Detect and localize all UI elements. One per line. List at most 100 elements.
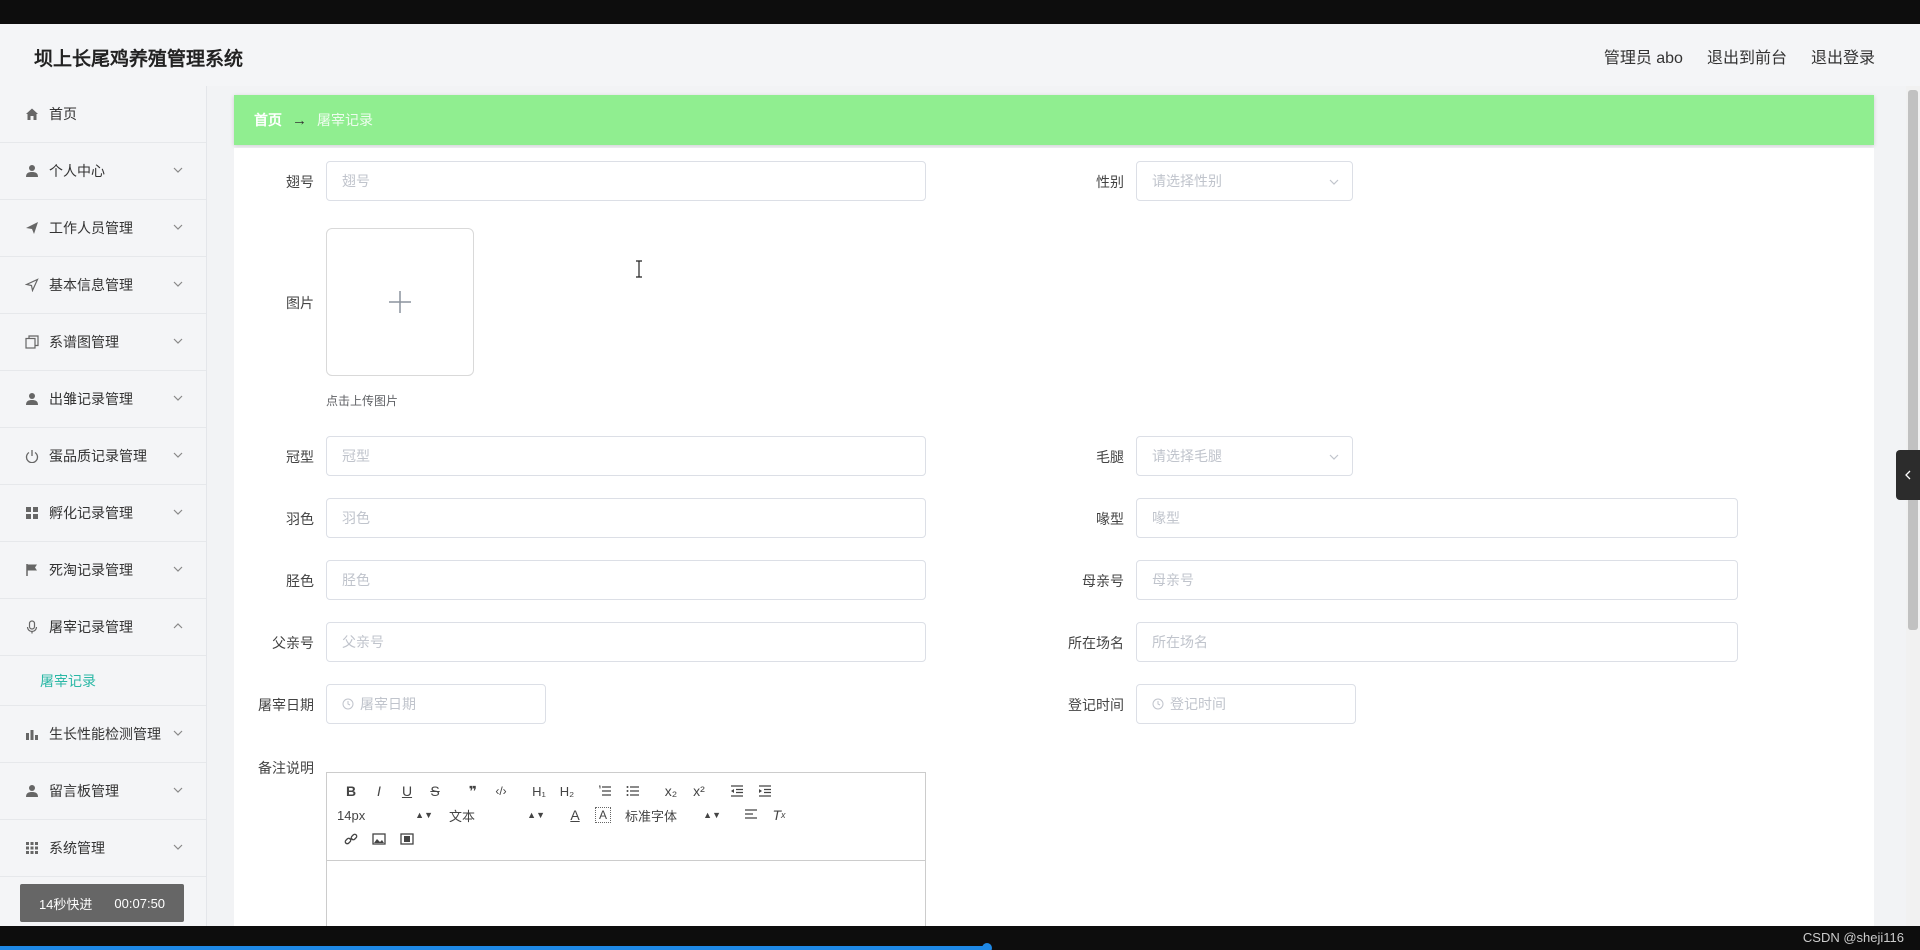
sidebar-item-label: 孵化记录管理 xyxy=(49,505,133,521)
subscript-icon[interactable]: x₂ xyxy=(657,779,685,803)
upload-tip: 点击上传图片 xyxy=(326,394,399,408)
heading2-icon[interactable]: H₂ xyxy=(553,779,581,803)
bullet-list-icon[interactable] xyxy=(619,779,647,803)
background-color-icon[interactable]: A xyxy=(595,807,611,823)
font-size-value: 14px xyxy=(337,807,366,823)
superscript-icon[interactable]: x² xyxy=(685,779,713,803)
mic-icon xyxy=(24,619,40,635)
register-time-picker[interactable]: 登记时间 xyxy=(1136,684,1356,724)
timer-speed: 14秒快进 xyxy=(38,896,93,912)
font-color-icon[interactable]: A xyxy=(561,803,589,827)
breadcrumb-current: 屠宰记录 xyxy=(317,112,373,128)
sidebar-item-growth[interactable]: 生长性能检测管理 xyxy=(0,706,206,763)
sidebar-item-label: 首页 xyxy=(49,106,77,122)
sidebar-item-label: 系谱图管理 xyxy=(49,334,119,350)
chevron-down-icon xyxy=(173,566,183,572)
chevron-left-icon xyxy=(1905,470,1911,480)
main-content: 首页 → 屠宰记录 翅号 翅号 性别 请选择性别 图片 点击上传图片 冠型 冠型… xyxy=(207,86,1920,932)
sidebar-item-slaughter[interactable]: 屠宰记录管理 xyxy=(0,599,206,656)
clear-format-icon[interactable]: Tx xyxy=(765,803,793,827)
shank-color-input[interactable]: 胫色 xyxy=(326,560,926,600)
indent-icon[interactable] xyxy=(751,779,779,803)
align-icon[interactable] xyxy=(737,803,765,827)
image-label: 图片 xyxy=(286,295,314,311)
sidebar-item-hatch-out[interactable]: 出雏记录管理 xyxy=(0,371,206,428)
sidebar-item-system[interactable]: 系统管理 xyxy=(0,820,206,877)
sidebar-item-incubation[interactable]: 孵化记录管理 xyxy=(0,485,206,542)
playback-timer[interactable]: 14秒快进 00:07:50 xyxy=(20,884,184,922)
sidebar-item-label: 留言板管理 xyxy=(49,783,119,799)
font-size-select[interactable]: 14px ▲▼ xyxy=(337,808,433,823)
blockquote-icon[interactable]: ❞ xyxy=(459,779,487,803)
link-icon[interactable] xyxy=(337,827,365,851)
chevron-down-icon xyxy=(173,224,183,230)
code-icon[interactable]: ‹/› xyxy=(487,779,515,803)
sidebar-subitem-slaughter-record[interactable]: 屠宰记录 xyxy=(0,656,206,706)
chevron-down-icon xyxy=(1329,454,1339,460)
sidebar-item-label: 生长性能检测管理 xyxy=(49,726,161,742)
mother-no-input[interactable]: 母亲号 xyxy=(1136,560,1738,600)
outdent-icon[interactable] xyxy=(723,779,751,803)
sidebar-item-message-board[interactable]: 留言板管理 xyxy=(0,763,206,820)
sidebar-item-egg-quality[interactable]: 蛋品质记录管理 xyxy=(0,428,206,485)
sidebar-item-basic-info[interactable]: 基本信息管理 xyxy=(0,257,206,314)
sidebar-item-profile[interactable]: 个人中心 xyxy=(0,143,206,200)
ordered-list-icon[interactable] xyxy=(591,779,619,803)
father-no-input[interactable]: 父亲号 xyxy=(326,622,926,662)
image-upload[interactable] xyxy=(326,228,474,376)
image-icon[interactable] xyxy=(365,827,393,851)
font-family-select[interactable]: 标准字体 ▲▼ xyxy=(625,806,721,825)
farm-input[interactable]: 所在场名 xyxy=(1136,622,1738,662)
plumage-label: 羽色 xyxy=(286,511,314,527)
sidebar-item-home[interactable]: 首页 xyxy=(0,86,206,143)
father-no-label: 父亲号 xyxy=(272,635,314,651)
gender-label: 性别 xyxy=(1096,174,1124,190)
shank-color-label: 胫色 xyxy=(286,573,314,589)
shank-feather-placeholder: 请选择毛腿 xyxy=(1152,448,1222,464)
shank-feather-select[interactable]: 请选择毛腿 xyxy=(1136,436,1353,476)
user-icon xyxy=(24,163,40,179)
gender-placeholder: 请选择性别 xyxy=(1152,173,1222,189)
plus-icon xyxy=(389,291,411,313)
chevron-down-icon xyxy=(173,281,183,287)
exit-front-link[interactable]: 退出到前台 xyxy=(1707,44,1787,68)
wing-no-input[interactable]: 翅号 xyxy=(326,161,926,201)
sidebar-item-pedigree[interactable]: 系谱图管理 xyxy=(0,314,206,371)
comb-input[interactable]: 冠型 xyxy=(326,436,926,476)
mother-no-label: 母亲号 xyxy=(1082,573,1124,589)
bold-icon[interactable]: B xyxy=(337,779,365,803)
strikethrough-icon[interactable]: S xyxy=(421,779,449,803)
beak-input[interactable]: 喙型 xyxy=(1136,498,1738,538)
scrollbar-thumb[interactable] xyxy=(1908,90,1918,630)
flag-icon xyxy=(24,562,40,578)
breadcrumb-arrow: → xyxy=(292,111,307,129)
register-time-label: 登记时间 xyxy=(1068,697,1124,713)
collapse-side-tab[interactable] xyxy=(1896,450,1920,500)
app-title: 坝上长尾鸡养殖管理系统 xyxy=(34,49,244,70)
video-progress-bar[interactable] xyxy=(0,946,988,950)
home-icon xyxy=(24,106,40,122)
timer-time: 00:07:50 xyxy=(114,895,166,911)
underline-icon[interactable]: U xyxy=(393,779,421,803)
watermark: CSDN @sheji116 xyxy=(1802,930,1904,945)
gender-select[interactable]: 请选择性别 xyxy=(1136,161,1353,201)
logout-link[interactable]: 退出登录 xyxy=(1811,44,1875,68)
text-format-select[interactable]: 文本 ▲▼ xyxy=(449,806,545,825)
breadcrumb-home[interactable]: 首页 xyxy=(254,110,282,130)
sidebar-item-label: 个人中心 xyxy=(49,163,105,179)
plumage-input[interactable]: 羽色 xyxy=(326,498,926,538)
bottom-letterbox: CSDN @sheji116 xyxy=(0,926,1920,950)
power-icon xyxy=(24,448,40,464)
heading1-icon[interactable]: H₁ xyxy=(525,779,553,803)
video-progress-knob[interactable] xyxy=(982,943,992,950)
italic-icon[interactable]: I xyxy=(365,779,393,803)
wing-no-label: 翅号 xyxy=(286,174,314,190)
sidebar-item-staff[interactable]: 工作人员管理 xyxy=(0,200,206,257)
send-icon xyxy=(24,220,40,236)
sidebar-item-death[interactable]: 死淘记录管理 xyxy=(0,542,206,599)
breadcrumb: 首页 → 屠宰记录 xyxy=(234,95,1874,145)
remark-editor: B I U S ❞ ‹/› H₁ H₂ x₂ x² 14px ▲▼ 文本 ▲▼ … xyxy=(326,772,926,932)
beak-label: 喙型 xyxy=(1096,511,1124,527)
slaughter-date-picker[interactable]: 屠宰日期 xyxy=(326,684,546,724)
video-icon[interactable] xyxy=(393,827,421,851)
